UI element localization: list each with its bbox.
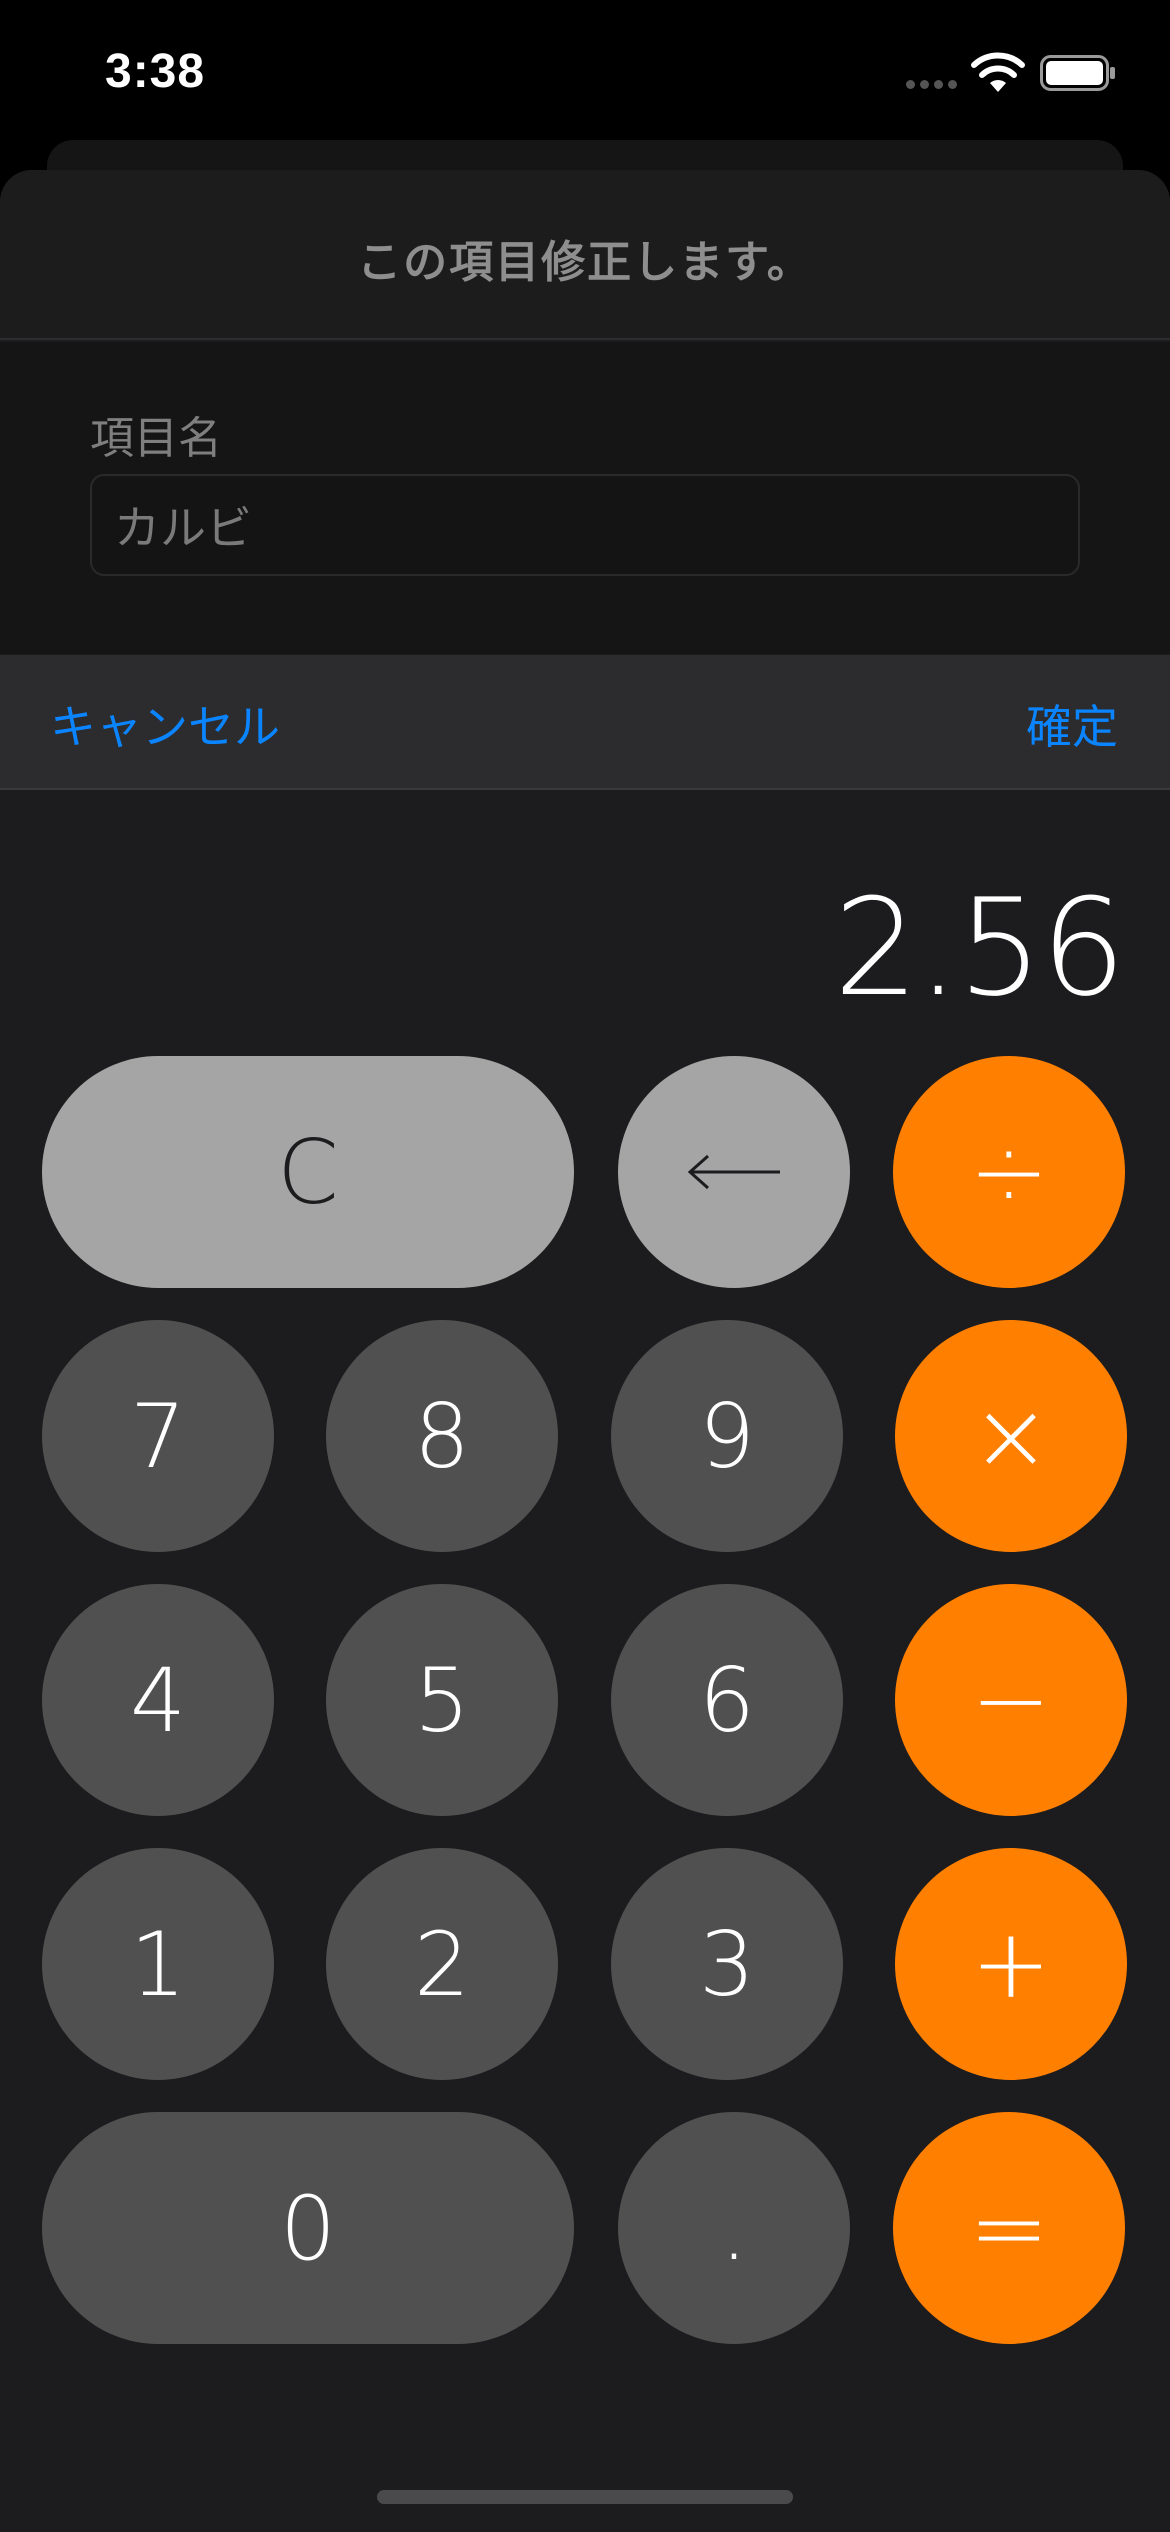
subtract-button[interactable]: − [895, 1584, 1127, 1816]
digit-6-button[interactable]: 6 [611, 1584, 843, 1816]
digit-4-button[interactable]: 4 [42, 1584, 274, 1816]
clear-button[interactable]: C [42, 1056, 574, 1288]
status-time: 3:38 [105, 45, 206, 98]
digit-3-button[interactable]: 3 [611, 1848, 843, 2080]
confirm-button[interactable]: 確定 [1026, 691, 1118, 757]
sheet-header: この項目修正します。 [0, 170, 1170, 340]
edit-sheet: この項目修正します。 項目名 キャンセル 確定 2.56 C ÷ 7 8 9 ×… [0, 170, 1170, 2532]
item-name-field[interactable] [90, 474, 1080, 576]
multiply-button[interactable]: × [895, 1320, 1127, 1552]
sheet-title: この項目修正します。 [357, 237, 813, 288]
cancel-button[interactable]: キャンセル [50, 691, 280, 757]
digit-1-button[interactable]: 1 [42, 1848, 274, 2080]
digit-5-button[interactable]: 5 [326, 1584, 558, 1816]
item-name-label: 項目名 [90, 413, 222, 464]
digit-9-button[interactable]: 9 [611, 1320, 843, 1552]
digit-7-button[interactable]: 7 [42, 1320, 274, 1552]
action-bar: キャンセル 確定 [0, 655, 1170, 790]
add-button[interactable]: + [895, 1848, 1127, 2080]
equals-button[interactable]: = [893, 2112, 1125, 2344]
backspace-button[interactable] [618, 1056, 850, 1288]
battery-icon [1040, 55, 1115, 91]
decimal-button[interactable]: . [618, 2112, 850, 2344]
signal-icon [906, 80, 960, 92]
calculator-display: 2.56 [833, 870, 1126, 1026]
status-bar: 3:38 [0, 0, 1170, 150]
divide-button[interactable]: ÷ [893, 1056, 1125, 1288]
digit-0-button[interactable]: 0 [42, 2112, 574, 2344]
home-indicator [377, 2490, 793, 2504]
wifi-icon [971, 52, 1025, 92]
backspace-arrow-icon [687, 1154, 780, 1190]
digit-2-button[interactable]: 2 [326, 1848, 558, 2080]
digit-8-button[interactable]: 8 [326, 1320, 558, 1552]
